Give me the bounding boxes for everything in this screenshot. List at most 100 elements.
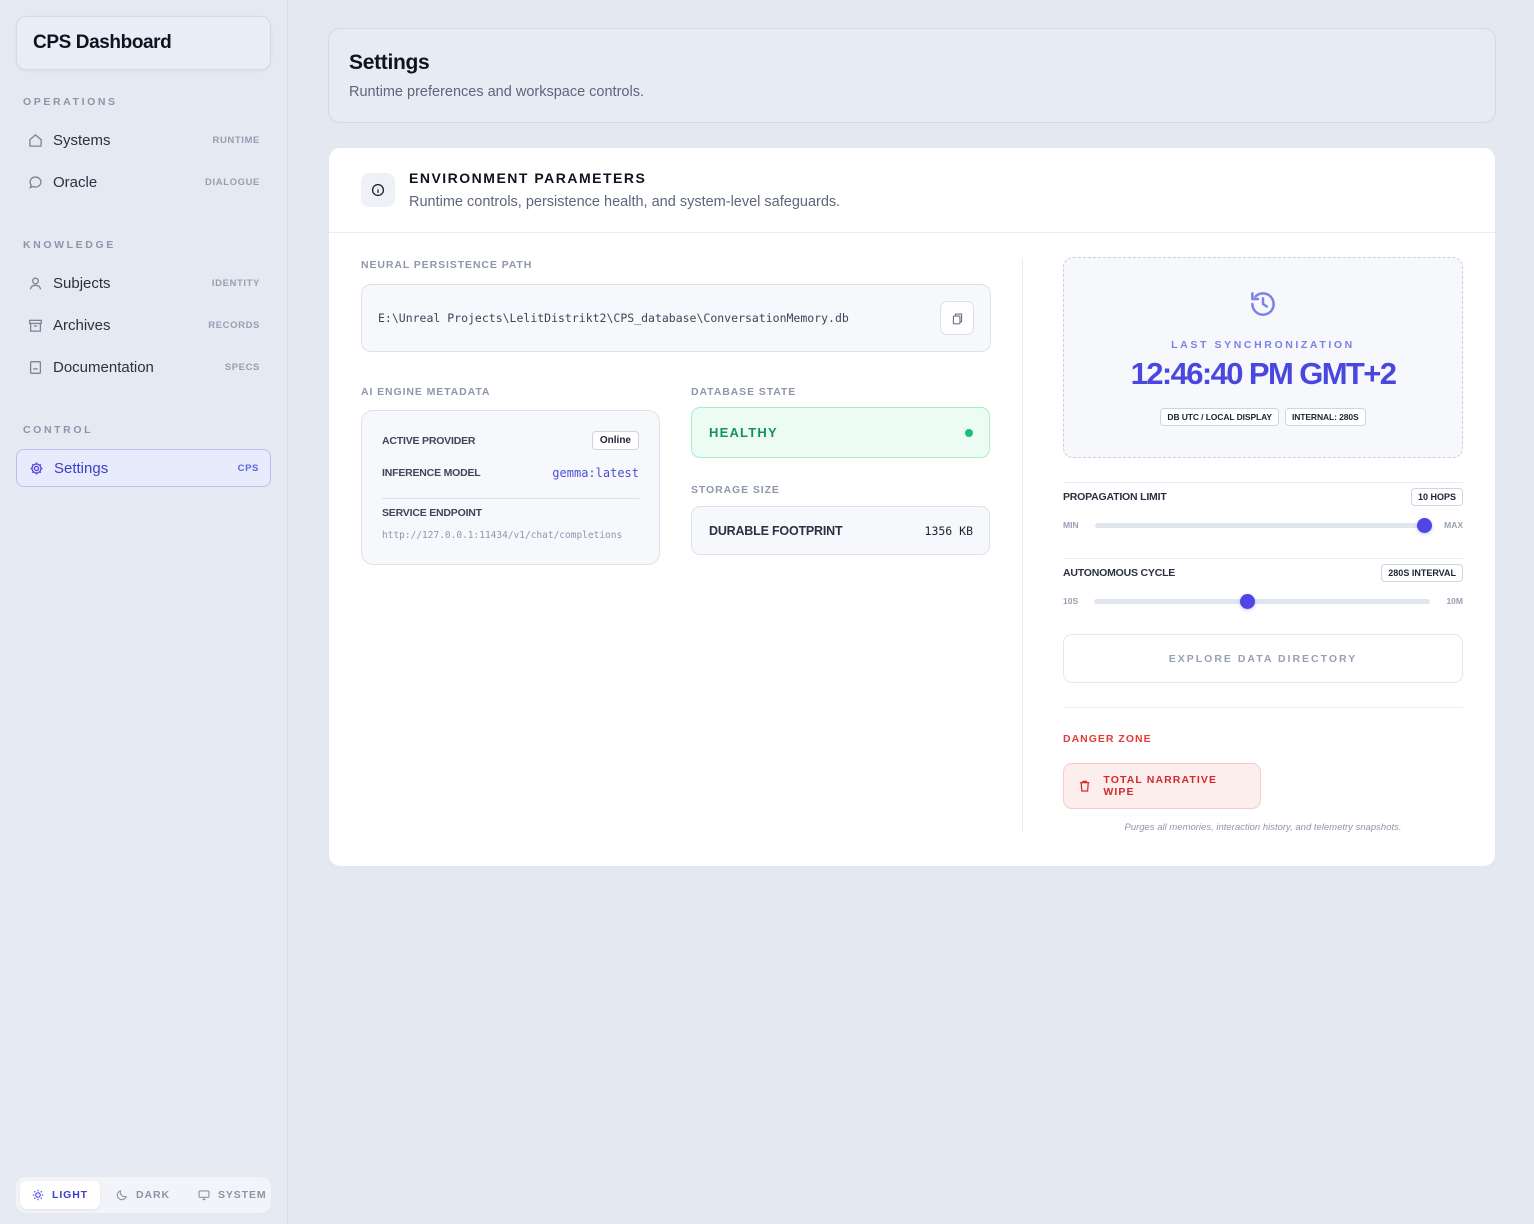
sidebar-item-tag: DIALOGUE [205, 176, 260, 188]
sync-time: 12:46:40 PM GMT+2 [1130, 356, 1397, 391]
service-endpoint-key: SERVICE ENDPOINT [382, 507, 482, 519]
propagation-title: PROPAGATION LIMIT [1063, 491, 1167, 503]
sync-label: LAST SYNCHRONIZATION [1171, 339, 1355, 351]
chat-bubble-icon [27, 174, 43, 190]
total-narrative-wipe-button[interactable]: TOTAL NARRATIVE WIPE [1063, 763, 1261, 809]
page-subtitle: Runtime preferences and workspace contro… [349, 84, 644, 100]
status-badge: Online [591, 431, 639, 450]
sidebar-item-oracle[interactable]: Oracle DIALOGUE [16, 163, 271, 201]
card-subtitle: Runtime controls, persistence health, an… [409, 194, 841, 210]
sun-icon [32, 1189, 44, 1201]
theme-system-button[interactable]: SYSTEM [186, 1181, 279, 1209]
home-icon [27, 132, 43, 148]
column-divider [1022, 258, 1023, 833]
autonomous-header: AUTONOMOUS CYCLE 280S INTERVAL [1063, 564, 1463, 582]
environment-card: ENVIRONMENT PARAMETERS Runtime controls,… [328, 147, 1496, 867]
service-endpoint-value: http://127.0.0.1:11434/v1/chat/completio… [382, 530, 623, 541]
sidebar: CPS Dashboard OPERATIONS Systems RUNTIME… [0, 0, 288, 1224]
sidebar-item-tag: SPECS [224, 361, 260, 373]
theme-dark-label: DARK [136, 1189, 170, 1201]
copy-icon [952, 312, 962, 324]
propagation-slider[interactable] [1094, 517, 1433, 533]
last-sync-panel: LAST SYNCHRONIZATION 12:46:40 PM GMT+2 D… [1063, 257, 1463, 458]
autonomous-badge: 280S INTERVAL [1381, 564, 1463, 582]
purge-note: Purges all memories, interaction history… [1124, 822, 1402, 833]
brand-title: CPS Dashboard [16, 16, 271, 70]
sidebar-item-tag: CPS [237, 462, 259, 474]
moon-icon [116, 1190, 127, 1201]
gear-icon [28, 460, 44, 476]
sync-badges: DB UTC / LOCAL DISPLAY INTERNAL: 280S [1064, 408, 1462, 426]
interval-badge: INTERNAL: 280S [1284, 408, 1366, 426]
storage-key: DURABLE FOOTPRINT [709, 523, 843, 538]
active-provider-key: ACTIVE PROVIDER [382, 434, 476, 447]
theme-dark-button[interactable]: DARK [104, 1181, 182, 1209]
autonomous-min-label: 10S [1063, 596, 1079, 606]
theme-switcher: LIGHT DARK SYSTEM [16, 1177, 271, 1213]
sidebar-item-tag: RECORDS [208, 319, 260, 331]
inference-model-value: gemma:latest [552, 466, 639, 480]
sidebar-item-label: Archives [53, 316, 111, 334]
propagation-max-label: MAX [1444, 520, 1463, 530]
timezone-badge: DB UTC / LOCAL DISPLAY [1160, 408, 1279, 426]
persistence-path-field: E:\Unreal Projects\LelitDistrikt2\CPS_da… [361, 284, 991, 352]
archive-box-icon [27, 317, 43, 333]
theme-system-label: SYSTEM [217, 1189, 267, 1201]
propagation-header: PROPAGATION LIMIT 10 HOPS [1063, 488, 1463, 506]
database-state-badge: HEALTHY [691, 407, 990, 458]
meta-label: AI ENGINE METADATA [361, 386, 491, 398]
autonomous-title: AUTONOMOUS CYCLE [1063, 567, 1176, 579]
divider [1063, 558, 1463, 559]
sidebar-item-label: Documentation [53, 358, 154, 376]
autonomous-slider-handle[interactable] [1240, 593, 1256, 609]
sidebar-item-tag: IDENTITY [211, 277, 260, 289]
status-dot-icon [965, 428, 973, 437]
divider [1063, 707, 1463, 708]
copy-path-button[interactable] [940, 301, 974, 335]
storage-value: 1356 KB [924, 523, 973, 538]
divider [1063, 482, 1463, 483]
page-title: Settings [349, 51, 430, 74]
divider [382, 498, 639, 499]
sidebar-item-tag: RUNTIME [212, 134, 260, 146]
service-endpoint-row: SERVICE ENDPOINT [382, 507, 639, 519]
trash-icon [1080, 780, 1090, 792]
db-state-label: DATABASE STATE [691, 386, 797, 398]
info-icon [361, 173, 395, 207]
sidebar-item-systems[interactable]: Systems RUNTIME [16, 121, 271, 159]
theme-light-label: LIGHT [52, 1189, 88, 1201]
propagation-slider-handle[interactable] [1417, 517, 1433, 533]
section-control: CONTROL [23, 424, 94, 436]
storage-label: STORAGE SIZE [691, 484, 780, 496]
propagation-badge: 10 HOPS [1410, 488, 1463, 506]
sidebar-item-settings[interactable]: Settings CPS [16, 449, 271, 487]
sidebar-item-label: Settings [54, 459, 109, 477]
danger-zone-label: DANGER ZONE [1063, 733, 1152, 745]
document-icon [27, 359, 43, 375]
autonomous-slider[interactable] [1094, 593, 1431, 609]
active-provider-row: ACTIVE PROVIDER Online [382, 431, 639, 450]
persistence-path-value[interactable]: E:\Unreal Projects\LelitDistrikt2\CPS_da… [378, 311, 940, 325]
section-operations: OPERATIONS [23, 96, 118, 108]
sidebar-item-label: Systems [53, 131, 111, 149]
sidebar-item-subjects[interactable]: Subjects IDENTITY [16, 264, 271, 302]
sidebar-item-archives[interactable]: Archives RECORDS [16, 306, 271, 344]
section-knowledge: KNOWLEDGE [23, 239, 116, 251]
monitor-icon [198, 1190, 210, 1201]
page-header: Settings Runtime preferences and workspa… [328, 28, 1496, 123]
sidebar-item-label: Subjects [53, 274, 111, 292]
user-icon [27, 275, 43, 291]
inference-model-row: INFERENCE MODEL gemma:latest [382, 466, 639, 480]
propagation-min-label: MIN [1063, 520, 1079, 530]
ai-engine-metadata: ACTIVE PROVIDER Online INFERENCE MODEL g… [361, 410, 660, 565]
explore-data-directory-button[interactable]: EXPLORE DATA DIRECTORY [1063, 634, 1463, 683]
card-title: ENVIRONMENT PARAMETERS [409, 170, 647, 186]
sidebar-item-documentation[interactable]: Documentation SPECS [16, 348, 271, 386]
history-icon [1251, 292, 1275, 316]
wipe-label: TOTAL NARRATIVE WIPE [1103, 774, 1218, 798]
autonomous-max-label: 10M [1446, 596, 1463, 606]
sidebar-item-label: Oracle [53, 173, 98, 191]
theme-light-button[interactable]: LIGHT [20, 1181, 100, 1209]
card-header: ENVIRONMENT PARAMETERS Runtime controls,… [329, 148, 1495, 233]
path-label: NEURAL PERSISTENCE PATH [361, 259, 533, 271]
